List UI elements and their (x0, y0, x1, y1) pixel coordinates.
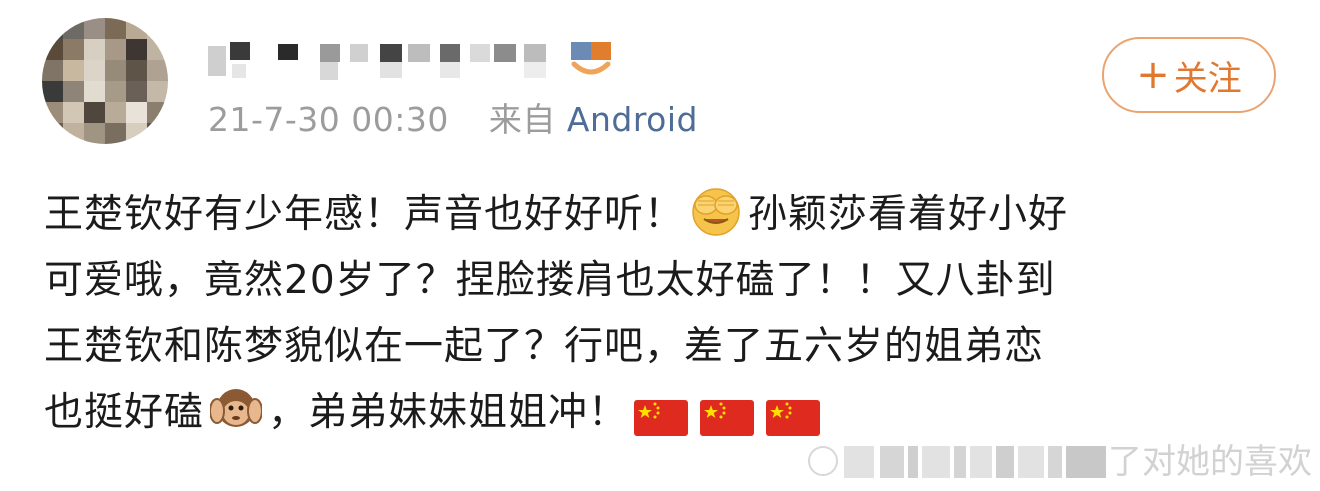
source-link[interactable]: Android (567, 100, 698, 139)
watermark-text: 了对她的喜欢 (1108, 442, 1312, 482)
content-text: 孙颖莎看着好小好 (748, 192, 1069, 237)
follow-label: 关注 (1173, 58, 1242, 99)
avatar-mosaic-cell (63, 102, 84, 123)
avatar-mosaic-cell (42, 60, 63, 81)
content-text: 王楚钦和陈梦貌似在一起了？行吧，差了五六岁的姐弟恋 (44, 324, 1045, 369)
content-line-2: 可爱哦，竟然20岁了？捏脸搂肩也太好磕了！！又八卦到 (44, 248, 1284, 314)
avatar-mosaic-cell (126, 102, 147, 123)
avatar-mosaic-cell (63, 18, 84, 39)
hear-no-evil-monkey-emoji (209, 383, 264, 435)
watermark: 了对她的喜欢 (808, 440, 1316, 484)
avatar-mosaic-cell (105, 60, 126, 81)
china-flag-emoji (765, 392, 821, 436)
avatar-mosaic-cell (84, 39, 105, 60)
avatar-mosaic-cell (105, 18, 126, 39)
username-pixelated[interactable] (208, 40, 548, 80)
avatar-mosaic-cell (84, 102, 105, 123)
avatar-mosaic-cell (63, 81, 84, 102)
avatar-mosaic-cell (126, 60, 147, 81)
avatar-mosaic-cell (84, 60, 105, 81)
avatar-mosaic-cell (147, 81, 168, 102)
china-flag-emoji (699, 392, 755, 436)
plus-icon: + (1136, 52, 1170, 98)
avatar-mosaic-cell (147, 60, 168, 81)
avatar-mosaic-cell (126, 81, 147, 102)
avatar-mosaic-cell (105, 81, 126, 102)
watermark-pixelated-handle (844, 446, 1106, 478)
avatar-mosaic-cell (126, 39, 147, 60)
avatar-mosaic-cell (147, 123, 168, 144)
avatar-mosaic-cell (63, 123, 84, 144)
avatar-mosaic-cell (126, 18, 147, 39)
avatar-mosaic-cell (105, 123, 126, 144)
avatar-mosaic-cell (42, 81, 63, 102)
avatar-mosaic-cell (105, 102, 126, 123)
avatar-mosaic-cell (147, 18, 168, 39)
content-text: 王楚钦好有少年感！声音也好好听！ (44, 192, 685, 237)
china-flag-emoji (633, 392, 689, 436)
vip-badge-icon[interactable] (570, 40, 612, 78)
content-line-3: 王楚钦和陈梦貌似在一起了？行吧，差了五六岁的姐弟恋 (44, 314, 1284, 380)
avatar-mosaic-cell (147, 102, 168, 123)
avatar-mosaic-cell (42, 123, 63, 144)
content-line-4: 也挺好磕 ，弟弟妹妹姐姐冲！ (44, 380, 1284, 446)
avatar-mosaic-cell (42, 39, 63, 60)
follow-button[interactable]: + 关注 (1102, 37, 1276, 113)
watermark-logo-icon (808, 446, 838, 476)
post-meta: 21-7-30 00:30 来自 Android (208, 98, 698, 142)
user-avatar[interactable] (42, 18, 168, 144)
post-content: 王楚钦好有少年感！声音也好好听！ 孙颖莎看着好小好 可爱哦，竟然20岁了？捏脸搂… (44, 182, 1284, 446)
avatar-mosaic-cell (147, 39, 168, 60)
avatar-mosaic-cell (84, 123, 105, 144)
avatar-mosaic-cell (105, 39, 126, 60)
content-line-1: 王楚钦好有少年感！声音也好好听！ 孙颖莎看着好小好 (44, 182, 1284, 248)
avatar-mosaic-cell (126, 123, 147, 144)
avatar-mosaic-cell (63, 60, 84, 81)
avatar-mosaic-cell (84, 81, 105, 102)
avatar-mosaic-cell (84, 18, 105, 39)
content-text: ，弟弟妹妹姐姐冲！ (268, 390, 629, 435)
content-text: 可爱哦，竟然20岁了？捏脸搂肩也太好磕了！！又八卦到 (44, 258, 1056, 303)
face-covering-eyes-emoji (690, 185, 742, 237)
avatar-mosaic-cell (42, 18, 63, 39)
avatar-mosaic-cell (63, 39, 84, 60)
content-text: 也挺好磕 (44, 390, 205, 435)
avatar-mosaic-cell (42, 102, 63, 123)
source-prefix: 来自 (488, 100, 556, 139)
post-timestamp: 21-7-30 00:30 (208, 100, 449, 139)
